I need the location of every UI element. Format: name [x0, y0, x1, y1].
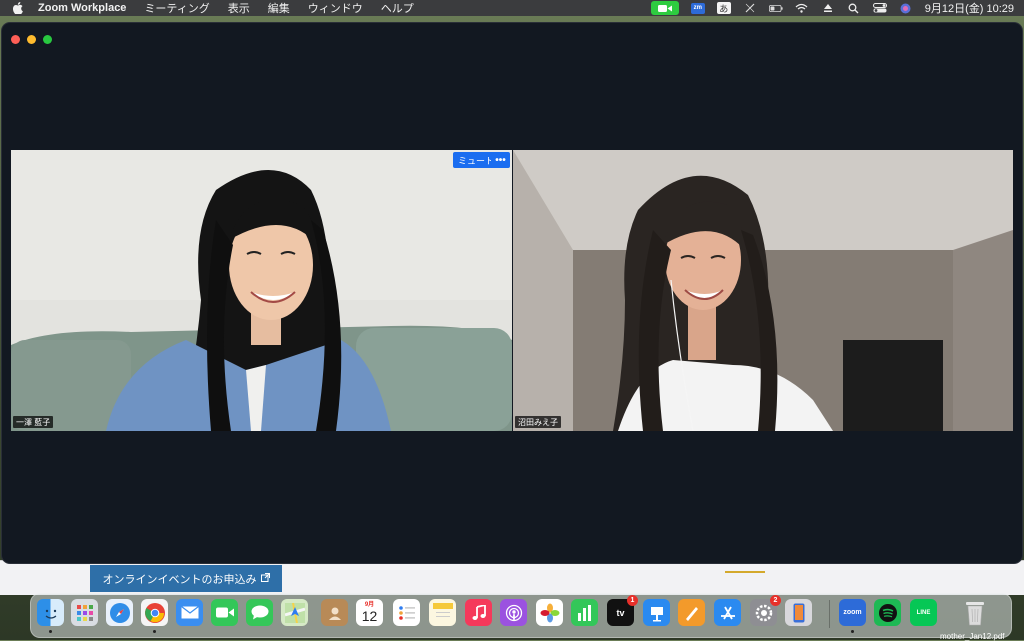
menu-bar: Zoom Workplace ミーティング 表示 編集 ウィンドウ ヘルプ zm… — [0, 0, 1024, 16]
menu-bar-clock[interactable]: 9月12日(金) 10:29 — [925, 0, 1014, 16]
wifi-icon[interactable] — [795, 2, 809, 14]
trash-icon[interactable] — [961, 599, 988, 626]
dock: 9月 12 tv 1 2 zoom LINE — [30, 593, 1012, 638]
menu-edit[interactable]: 編集 — [268, 0, 290, 16]
zoom-meeting-window: 一澤 藍子 沼田みえ子 ミュート ••• — [2, 23, 1022, 563]
line-app-icon[interactable]: LINE — [910, 599, 937, 626]
calendar-day: 12 — [361, 607, 378, 624]
browser-accent-line — [725, 571, 765, 573]
battery-icon[interactable] — [768, 2, 783, 14]
window-close-button[interactable] — [11, 35, 20, 44]
apple-tv-icon[interactable]: tv 1 — [607, 595, 638, 626]
menu-window[interactable]: ウィンドウ — [308, 0, 363, 16]
window-minimize-button[interactable] — [27, 35, 36, 44]
music-icon[interactable] — [465, 599, 492, 626]
zoom-running-indicator — [851, 630, 854, 633]
menu-bar-status: zm あ 9月12日(金) 10:29 — [650, 0, 1014, 16]
safari-icon[interactable] — [106, 599, 133, 626]
app-store-icon[interactable] — [714, 599, 741, 626]
external-link-icon — [260, 572, 270, 585]
system-settings-icon[interactable]: 2 — [750, 595, 781, 626]
more-options-button[interactable]: ••• — [491, 152, 510, 168]
finder-icon[interactable] — [37, 599, 64, 626]
numbers-icon[interactable] — [571, 599, 598, 626]
reminders-icon[interactable] — [393, 599, 420, 626]
contacts-icon[interactable] — [321, 599, 348, 626]
zoom-status-icon[interactable]: zm — [690, 2, 705, 14]
eject-icon[interactable] — [821, 2, 835, 14]
siri-icon[interactable] — [899, 2, 913, 14]
spotify-icon[interactable] — [874, 599, 901, 626]
event-signup-label: オンラインイベントのお申込み — [102, 573, 257, 586]
zoom-app-icon[interactable]: zoom — [839, 599, 866, 626]
finder-running-indicator — [49, 630, 52, 633]
participant-video-image — [11, 150, 512, 431]
podcasts-icon[interactable] — [500, 599, 527, 626]
participant-name-tag: 一澤 藍子 — [13, 416, 54, 428]
pen-slash-icon[interactable] — [743, 2, 757, 14]
maps-icon[interactable] — [281, 599, 308, 626]
participant-video-tile[interactable]: 沼田みえ子 — [513, 150, 1013, 431]
photos-icon[interactable] — [536, 599, 563, 626]
participant-name-tag: 沼田みえ子 — [515, 416, 561, 428]
pages-icon[interactable] — [678, 599, 705, 626]
chrome-icon[interactable] — [141, 599, 168, 626]
mail-icon[interactable] — [176, 599, 203, 626]
launchpad-icon[interactable] — [71, 599, 98, 626]
video-camera-icon[interactable] — [650, 1, 679, 15]
event-signup-banner[interactable]: オンラインイベントのお申込み — [90, 565, 282, 592]
control-center-icon[interactable] — [872, 2, 887, 14]
iphone-mirroring-icon[interactable] — [785, 599, 812, 626]
keynote-icon[interactable] — [643, 599, 670, 626]
menu-view[interactable]: 表示 — [228, 0, 250, 16]
tv-glyph: tv — [616, 607, 625, 618]
notes-icon[interactable] — [429, 599, 456, 626]
search-icon[interactable] — [847, 2, 861, 14]
menu-help[interactable]: ヘルプ — [381, 0, 414, 16]
dock-separator — [829, 600, 830, 628]
messages-icon[interactable] — [246, 599, 273, 626]
participant-video-tile[interactable]: 一澤 藍子 — [11, 150, 512, 431]
window-maximize-button[interactable] — [43, 35, 52, 44]
settings-notification-badge: 2 — [770, 595, 781, 606]
menu-meeting[interactable]: ミーティング — [144, 0, 209, 16]
input-method-icon[interactable]: あ — [716, 2, 731, 14]
chrome-running-indicator — [153, 630, 156, 633]
calendar-icon[interactable]: 9月 12 — [356, 599, 383, 626]
tv-notification-badge: 1 — [627, 595, 638, 606]
participant-video-image — [513, 150, 1013, 431]
facetime-icon[interactable] — [211, 599, 238, 626]
menu-app-name[interactable]: Zoom Workplace — [38, 2, 126, 14]
apple-icon[interactable] — [12, 2, 24, 14]
